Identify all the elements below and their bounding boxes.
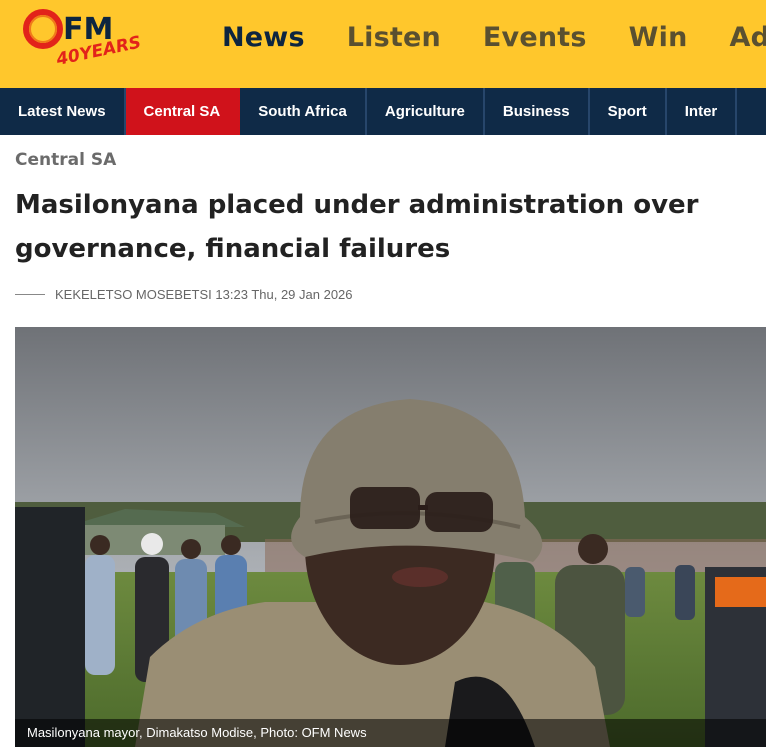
nav-events[interactable]: Events [483,22,587,53]
nav-win[interactable]: Win [629,22,688,53]
article-category[interactable]: Central SA [15,150,116,170]
publish-datetime: 13:23 Thu, 29 Jan 2026 [215,287,353,302]
byline: KEKELETSO MOSEBETSI 13:23 Thu, 29 Jan 20… [15,287,353,302]
photo-caption: Masilonyana mayor, Dimakatso Modise, Pho… [15,719,766,747]
ofm-logo[interactable]: FM 40YEARS [16,4,156,76]
section-agriculture[interactable]: Agriculture [367,88,485,135]
author-name[interactable]: KEKELETSO MOSEBETSI [55,287,212,302]
section-sport[interactable]: Sport [590,88,667,135]
main-nav: News Listen Events Win Adve [222,22,766,53]
nav-listen[interactable]: Listen [347,22,441,53]
article-title: Masilonyana placed under administration … [15,190,699,264]
section-international[interactable]: Inter [667,88,738,135]
section-business[interactable]: Business [485,88,590,135]
nav-news[interactable]: News [222,22,305,53]
article-photo[interactable]: Masilonyana mayor, Dimakatso Modise, Pho… [15,327,766,747]
section-south-africa[interactable]: South Africa [240,88,367,135]
byline-divider [15,294,45,295]
site-header: FM 40YEARS News Listen Events Win Adve [0,0,766,88]
section-nav: Latest News Central SA South Africa Agri… [0,88,766,135]
nav-advertise[interactable]: Adve [730,22,766,53]
section-latest-news[interactable]: Latest News [0,88,126,135]
section-central-sa[interactable]: Central SA [125,88,241,135]
